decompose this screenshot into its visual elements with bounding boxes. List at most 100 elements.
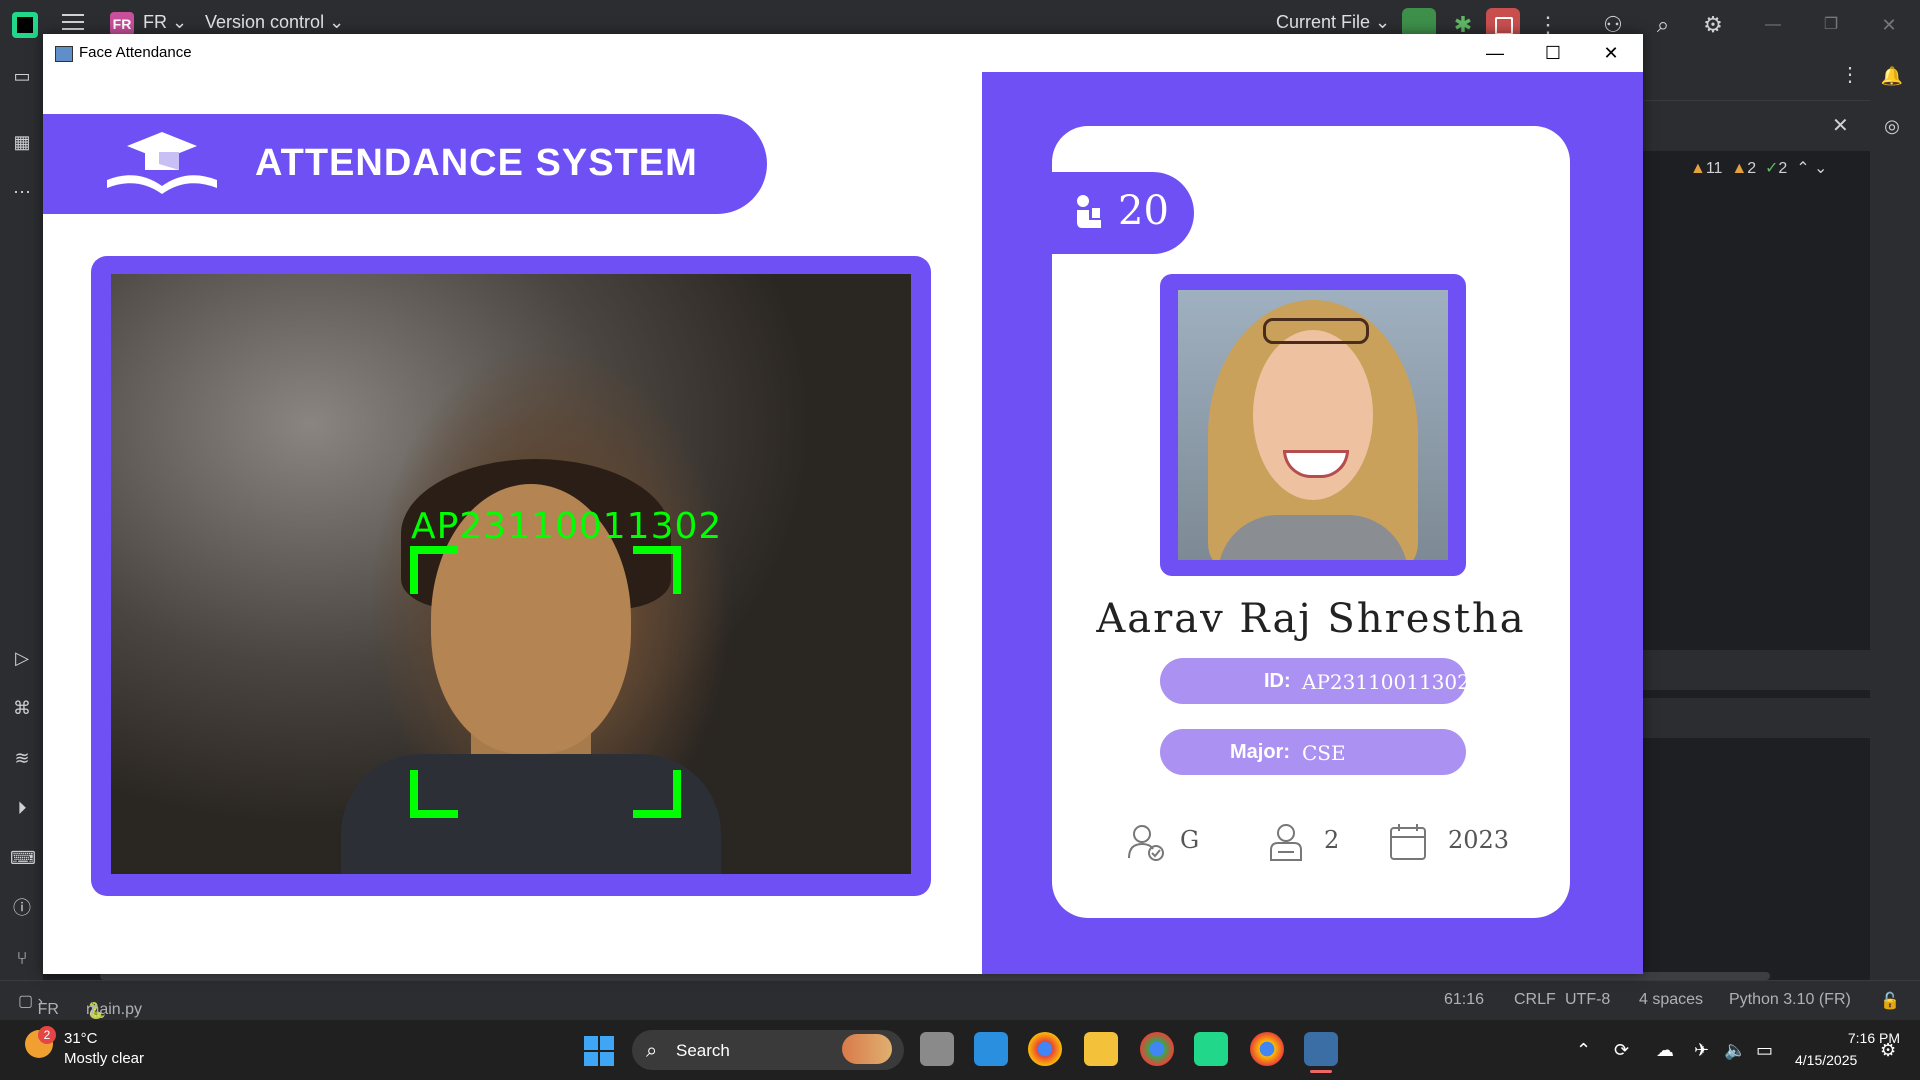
camera-frame: AP23110011302 (91, 256, 931, 896)
weak-warning-icon: ▲ (1731, 160, 1748, 177)
face-box-corner-top-right (633, 546, 681, 594)
windows-start-icon[interactable] (584, 1036, 614, 1066)
standing-value: G (1180, 826, 1200, 854)
header-title: ATTENDANCE SYSTEM (255, 142, 698, 184)
python-app-icon[interactable] (1304, 1032, 1338, 1066)
tool-window-stripe-left: ▭ ▦ ⋯ ▷ ⌘ ≋ ⏵ ⌨ ⓘ ⑂ (0, 50, 43, 1020)
minimize-button[interactable]: — (1473, 38, 1517, 68)
terminal-icon[interactable]: ⌨ (10, 846, 36, 870)
standing-user-check-icon (1128, 825, 1164, 861)
webcam-feed: AP23110011302 (111, 274, 911, 874)
chevron-down-icon[interactable]: ⌄ (1814, 160, 1827, 177)
warning-icon: ▲ (1690, 160, 1706, 177)
editor-tab-header: ⋮ (1642, 50, 1870, 101)
chevron-down-icon: ⌄ (1375, 12, 1391, 32)
search-icon[interactable]: ⌕ (1650, 12, 1676, 38)
services-icon[interactable]: ⏵ (10, 796, 34, 820)
chevron-down-icon: ⌄ (329, 12, 345, 32)
project-name-label: FR (143, 12, 167, 32)
close-tab-icon[interactable]: ✕ (1832, 113, 1849, 138)
panel-band (1642, 698, 1870, 738)
weak-warning-count: 2 (1747, 160, 1757, 177)
starting-year-value: 2023 (1448, 826, 1510, 854)
close-icon[interactable]: ✕ (1876, 12, 1902, 38)
app-window-icon (55, 46, 73, 62)
task-view-icon[interactable] (920, 1032, 954, 1066)
search-icon: ⌕ (646, 1040, 658, 1062)
face-box-corner-bottom-left (410, 770, 458, 818)
editor-more-icon[interactable]: ⋮ (1840, 62, 1860, 87)
restore-icon[interactable]: ❐ (1818, 12, 1844, 38)
attendance-person-icon (1077, 195, 1101, 228)
python-console-icon[interactable]: ⌘ (10, 696, 34, 720)
minimize-icon[interactable]: — (1760, 12, 1786, 38)
indent-setting[interactable]: 4 spaces (1639, 991, 1703, 1009)
layers-icon[interactable]: ≋ (10, 746, 34, 770)
student-photo-frame (1160, 274, 1466, 576)
app-canvas: ATTENDANCE SYSTEM AP23110011302 20 Aarav… (43, 72, 1643, 974)
volume-icon[interactable]: 🔈 (1724, 1040, 1746, 1061)
main-menu-icon[interactable] (62, 14, 84, 32)
inspection-widget[interactable]: ▲11 ▲2 ✓2 ⌃ ⌄ (1690, 158, 1827, 178)
project-badge[interactable]: FR (110, 12, 134, 36)
more-tools-icon[interactable]: ⋯ (10, 180, 34, 204)
run-tool-icon[interactable]: ▷ (10, 646, 34, 670)
notifications-bell-icon[interactable]: 🔔 (1880, 64, 1904, 88)
structure-icon[interactable]: ▦ (10, 130, 34, 154)
check-icon: ✓ (1764, 160, 1779, 177)
run-config-dropdown[interactable]: Current File ⌄ (1276, 12, 1390, 33)
editor-tab-row: ✕ (1642, 101, 1870, 151)
ai-assistant-icon[interactable]: ◎ (1880, 114, 1904, 138)
project-folder-icon[interactable]: ▭ (10, 64, 34, 88)
window-title-bar[interactable]: Face Attendance — ☐ ✕ (43, 34, 1643, 72)
project-name-dropdown[interactable]: FR ⌄ (143, 12, 187, 33)
pycharm-logo-icon[interactable] (12, 12, 38, 38)
active-app-indicator (1310, 1070, 1332, 1073)
file-encoding[interactable]: UTF-8 (1565, 991, 1610, 1009)
chrome-icon[interactable] (1028, 1032, 1062, 1066)
pycharm-taskbar-icon[interactable] (1194, 1032, 1228, 1066)
vcs-dropdown[interactable]: Version control ⌄ (205, 12, 344, 33)
panel-band (1642, 650, 1870, 690)
line-separator[interactable]: CRLF (1514, 991, 1556, 1009)
airplane-icon[interactable]: ✈ (1694, 1040, 1709, 1061)
face-box-corner-top-left (410, 546, 458, 594)
battery-icon[interactable]: ▭ (1756, 1040, 1773, 1061)
vscode-icon[interactable] (974, 1032, 1008, 1066)
student-major-pill: Major: CSE (1160, 729, 1466, 775)
cloud-off-icon[interactable]: ☁ (1656, 1040, 1674, 1061)
search-highlight-icon (842, 1034, 892, 1064)
run-config-label: Current File (1276, 12, 1371, 32)
sync-icon[interactable]: ⟳ (1614, 1040, 1629, 1061)
weather-condition[interactable]: Mostly clear (64, 1050, 144, 1067)
chrome-profile-icon[interactable] (1140, 1032, 1174, 1066)
face-box-corner-bottom-right (633, 770, 681, 818)
close-button[interactable]: ✕ (1589, 38, 1633, 68)
file-explorer-icon[interactable] (1084, 1032, 1118, 1066)
git-branch-icon[interactable]: ⑂ (10, 946, 34, 970)
windows-taskbar (0, 1020, 1920, 1080)
problems-icon[interactable]: ⓘ (10, 896, 34, 920)
chevron-up-icon[interactable]: ⌃ (1796, 160, 1809, 177)
chevron-down-icon: ⌄ (172, 12, 188, 32)
caret-position[interactable]: 61:16 (1444, 991, 1484, 1009)
maximize-button[interactable]: ☐ (1531, 38, 1575, 68)
interpreter-setting[interactable]: Python 3.10 (FR) (1729, 991, 1851, 1009)
student-photo (1178, 290, 1448, 560)
window-title: Face Attendance (79, 44, 192, 61)
status-bar: ▢ FR › 🐍 main.py 61:16 CRLF UTF-8 4 spac… (0, 980, 1920, 1021)
show-hidden-icons[interactable]: ⌃ (1576, 1040, 1591, 1061)
attendance-count-badge: 20 (1052, 172, 1194, 254)
settings-gear-icon[interactable]: ⚙ (1700, 12, 1726, 38)
notification-center-icon[interactable]: ⚙ (1880, 1040, 1896, 1061)
lock-icon[interactable]: 🔓 (1880, 991, 1900, 1011)
year-user-icon (1270, 824, 1302, 861)
weather-temperature[interactable]: 31°C (64, 1030, 98, 1047)
tool-window-stripe-right: 🔔 ◎ (1870, 50, 1920, 1020)
breadcrumb-project[interactable]: ▢ FR › (18, 991, 59, 1018)
face-attendance-window: Face Attendance — ☐ ✕ ATTENDANCE SYSTEM … (43, 34, 1643, 974)
photo-sunglasses (1263, 318, 1369, 344)
clock-date[interactable]: 4/15/2025 (1795, 1052, 1857, 1068)
chrome-profile-icon[interactable] (1250, 1032, 1284, 1066)
calendar-icon (1390, 824, 1426, 860)
